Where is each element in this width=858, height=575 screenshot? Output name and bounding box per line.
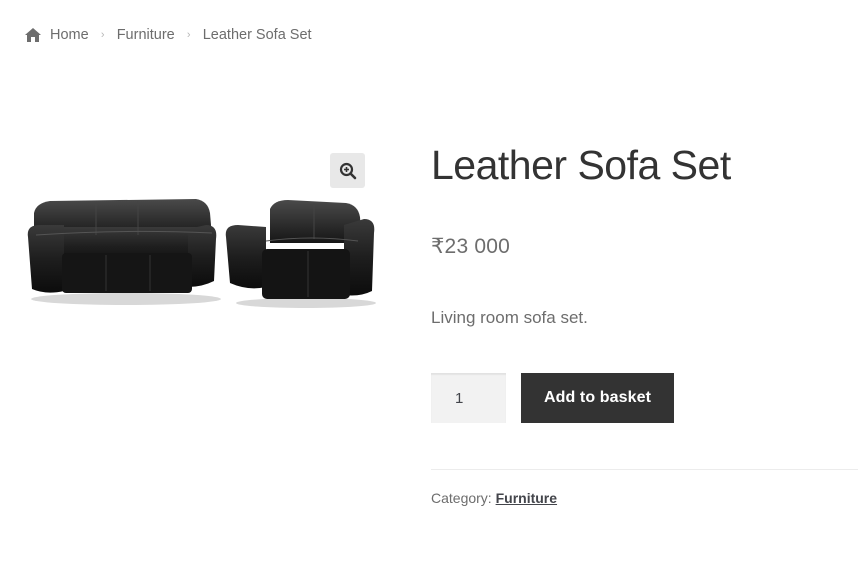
category-label: Category: [431, 490, 492, 506]
sofa-loveseat [225, 200, 375, 299]
breadcrumb-current: Leather Sofa Set [202, 27, 312, 43]
sofa-three-seat [27, 199, 217, 293]
product-title: Leather Sofa Set [431, 142, 731, 188]
chevron-right-icon: › [100, 29, 105, 41]
add-to-basket-button[interactable]: Add to basket [521, 373, 674, 423]
divider [431, 469, 858, 470]
zoom-in-icon [339, 162, 356, 179]
product-price: ₹23 000 [431, 235, 510, 258]
product-summary: Leather Sofa Set ₹23 000 Living room sof… [431, 138, 858, 506]
zoom-button[interactable] [330, 153, 365, 188]
category-link[interactable]: Furniture [496, 490, 557, 506]
product-meta: Category: Furniture [431, 490, 557, 506]
home-icon[interactable] [24, 27, 42, 43]
breadcrumb: Home › Furniture › Leather Sofa Set [24, 24, 312, 46]
breadcrumb-home-link[interactable]: Home [50, 27, 89, 43]
breadcrumb-furniture-link[interactable]: Furniture [117, 27, 175, 43]
product-image[interactable] [26, 195, 378, 311]
add-to-cart-form: Add to basket [431, 373, 674, 423]
product-description: Living room sofa set. [431, 308, 588, 327]
quantity-input[interactable] [431, 373, 506, 423]
chevron-right-icon: › [186, 29, 191, 41]
